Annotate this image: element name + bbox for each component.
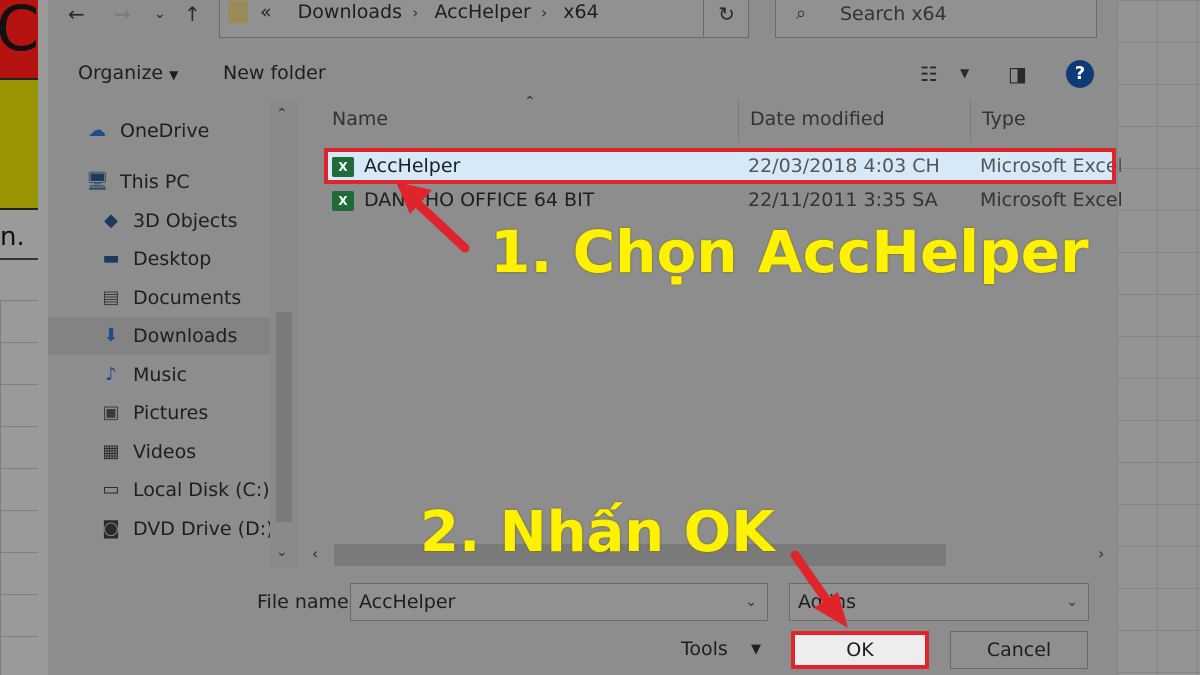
step-1-annotation: 1. Chọn AccHelper: [490, 218, 1089, 286]
arrow-to-ok: [790, 550, 848, 628]
arrow-to-file: [396, 182, 470, 253]
annotation-arrows: [396, 182, 848, 628]
step-2-annotation: 2. Nhấn OK: [420, 500, 775, 565]
